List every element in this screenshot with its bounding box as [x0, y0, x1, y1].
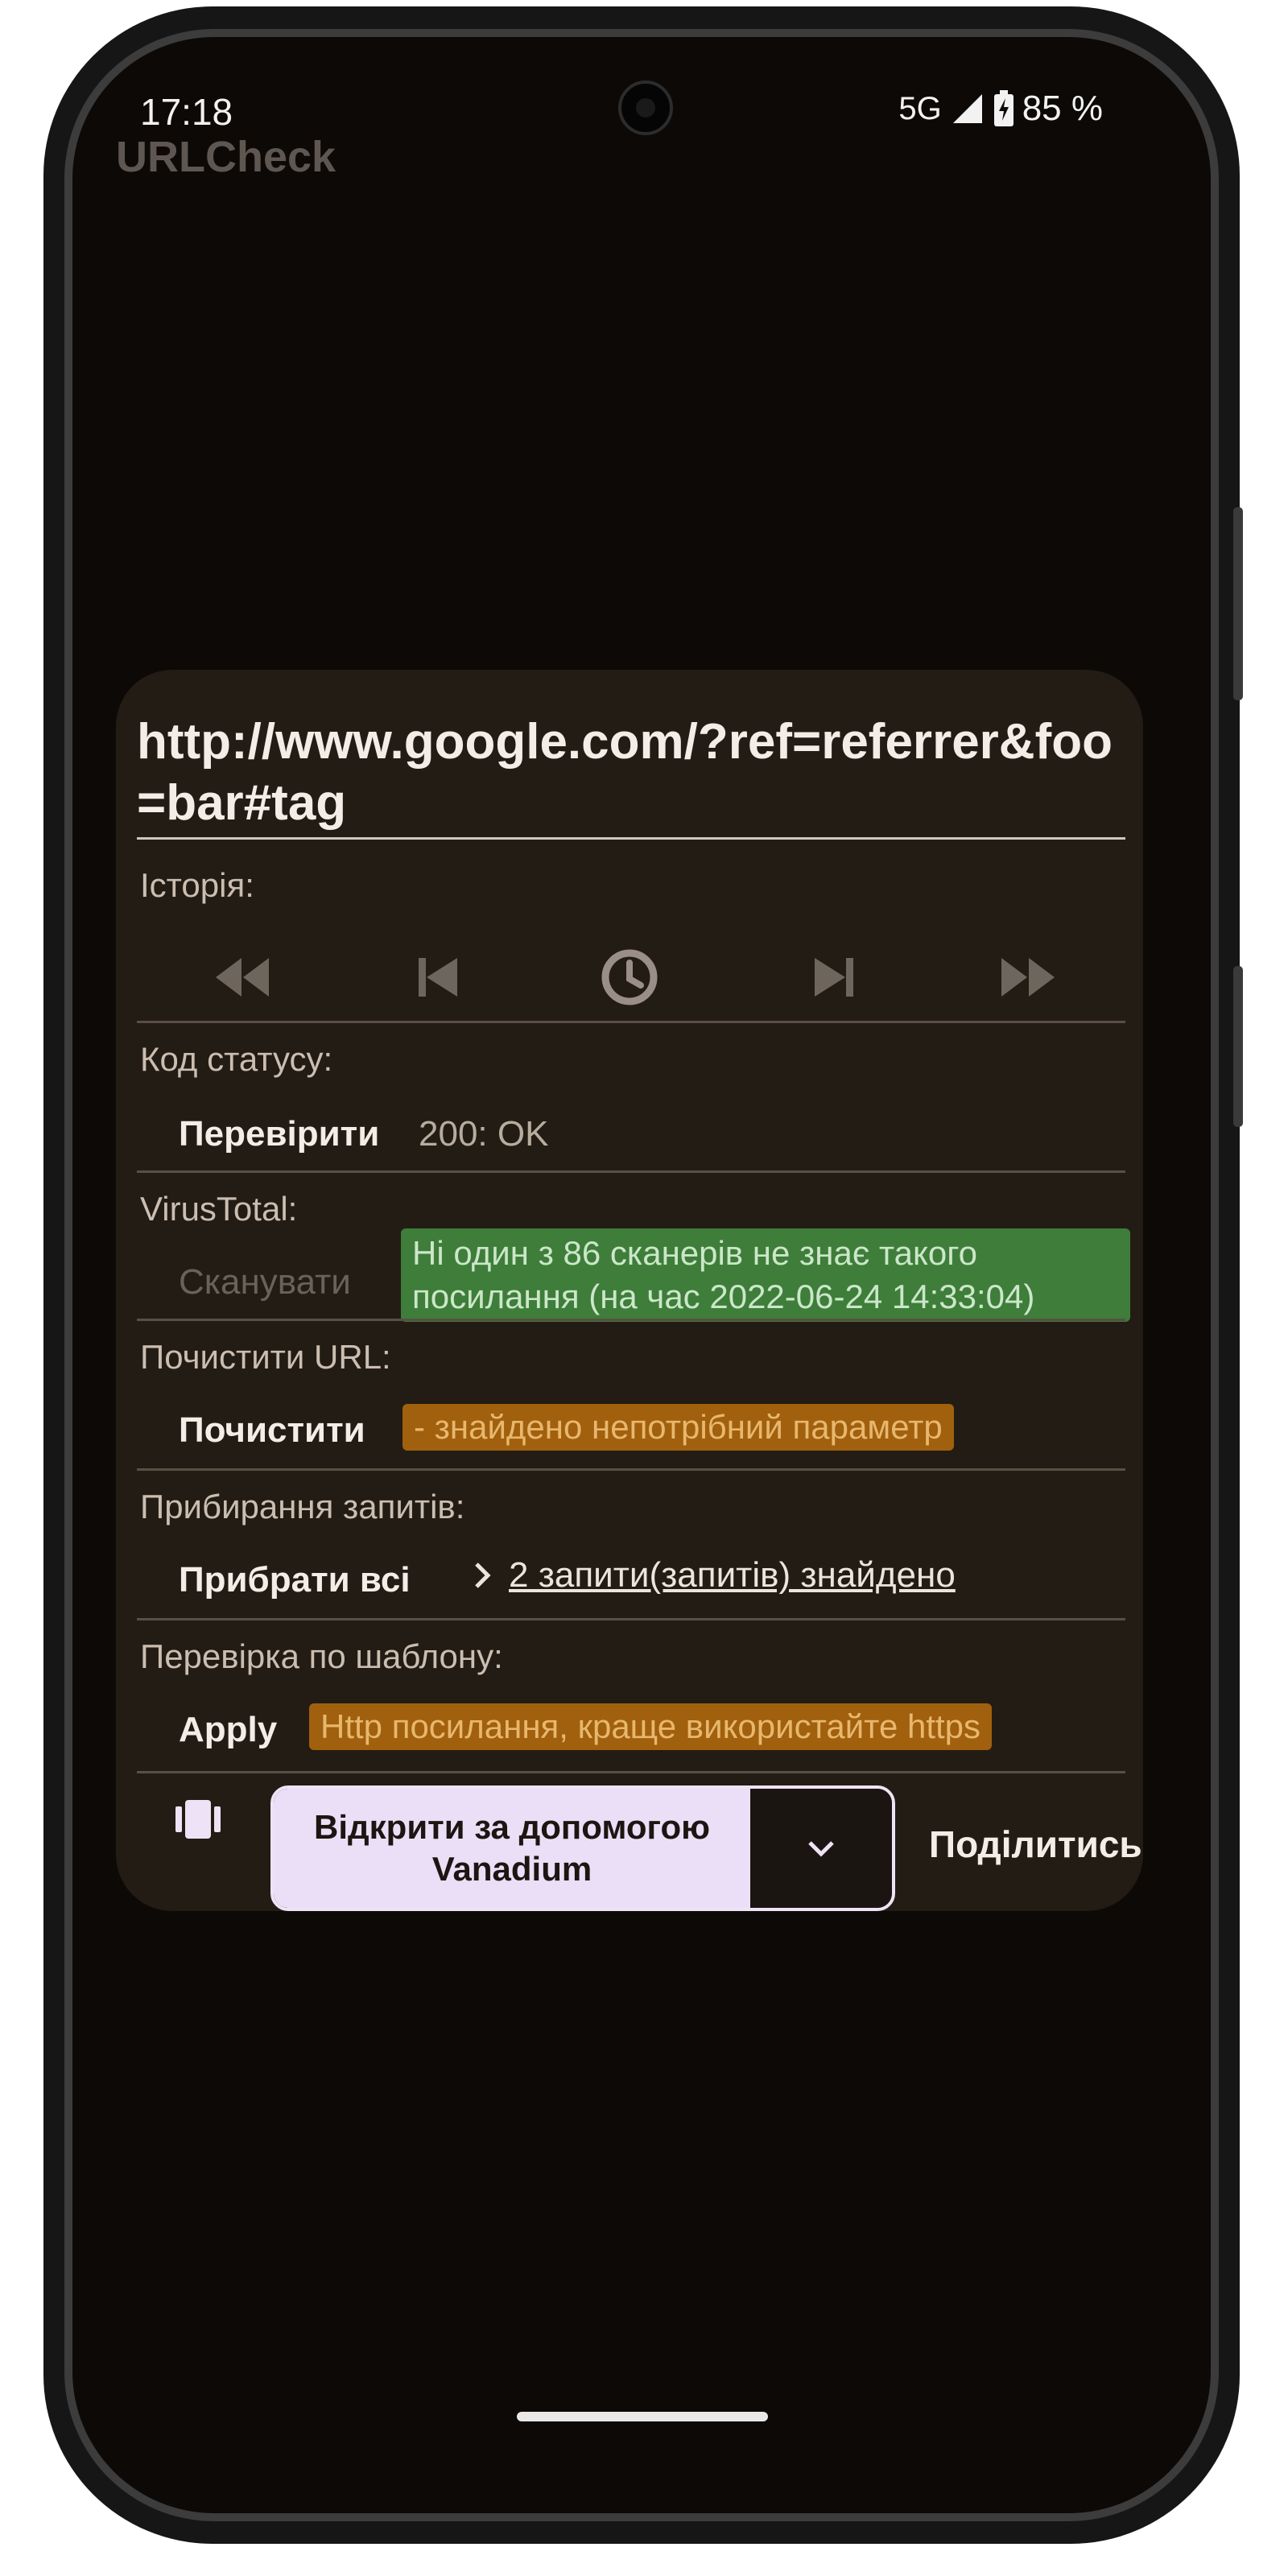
share-button[interactable]: Поділитись — [929, 1823, 1142, 1866]
virustotal-label: VirusTotal: — [140, 1190, 298, 1228]
divider — [137, 1021, 1125, 1023]
home-indicator[interactable] — [517, 2412, 768, 2421]
virustotal-result: Ні один з 86 сканерів не знає такого пос… — [401, 1228, 1130, 1322]
open-with-button[interactable]: Відкрити за допомогою Vanadium — [274, 1789, 750, 1908]
volume-button — [1233, 966, 1243, 1127]
status-code-label: Код статусу: — [140, 1040, 333, 1078]
history-label: Історія: — [140, 866, 254, 904]
pattern-check-result: Http посилання, краще використайте https — [309, 1703, 993, 1750]
phone-screen: 17:18 5G 85 % URLCheck http://www.google… — [72, 37, 1211, 2513]
ctabs-toggle-icon[interactable] — [174, 1798, 222, 1840]
power-button — [1233, 507, 1243, 700]
open-with-group: Відкрити за допомогою Vanadium — [270, 1785, 895, 1911]
divider — [137, 1468, 1125, 1471]
chevron-down-icon — [808, 1841, 834, 1857]
skip-next-icon[interactable] — [803, 952, 865, 1003]
signal-icon — [952, 94, 982, 123]
skip-previous-icon[interactable] — [407, 952, 469, 1003]
app-title: URLCheck — [116, 133, 336, 181]
scan-button[interactable]: Сканувати — [179, 1262, 351, 1302]
rewind-icon[interactable] — [211, 952, 272, 1003]
clean-url-button[interactable]: Почистити — [179, 1410, 365, 1451]
screenshot: 17:18 5G 85 % URLCheck http://www.google… — [0, 0, 1288, 2576]
status-time: 17:18 — [140, 91, 233, 133]
remove-queries-label: Прибирання запитів: — [140, 1488, 465, 1525]
divider — [137, 1771, 1125, 1773]
queries-found-link[interactable]: 2 запити(запитів) знайдено — [473, 1555, 956, 1596]
clear-url-result: - знайдено непотрібний параметр — [402, 1404, 954, 1451]
divider — [137, 1319, 1125, 1321]
divider — [137, 1170, 1125, 1173]
battery-icon — [993, 90, 1013, 126]
chevron-right-icon — [475, 1563, 491, 1588]
status-code-value: 200: OK — [419, 1114, 549, 1154]
url-underline — [137, 837, 1125, 840]
url-check-dialog: http://www.google.com/?ref=referrer&foo=… — [116, 670, 1143, 1911]
divider — [137, 1618, 1125, 1620]
pattern-check-label: Перевірка по шаблону: — [140, 1637, 503, 1675]
open-with-dropdown[interactable] — [750, 1789, 892, 1908]
battery-level: 85 % — [1022, 89, 1103, 128]
apply-pattern-button[interactable]: Apply — [179, 1710, 277, 1750]
check-status-button[interactable]: Перевірити — [179, 1114, 379, 1154]
clear-url-label: Почистити URL: — [140, 1338, 391, 1376]
queries-found-text: 2 запити(запитів) знайдено — [509, 1555, 956, 1595]
status-indicators: 5G 85 % — [898, 89, 1103, 129]
remove-all-queries-button[interactable]: Прибрати всі — [179, 1560, 411, 1600]
front-camera — [618, 80, 673, 135]
fast-forward-icon[interactable] — [998, 952, 1059, 1003]
history-clock-icon[interactable] — [599, 947, 660, 1008]
network-type: 5G — [898, 90, 942, 126]
url-text[interactable]: http://www.google.com/?ref=referrer&foo=… — [137, 712, 1127, 834]
